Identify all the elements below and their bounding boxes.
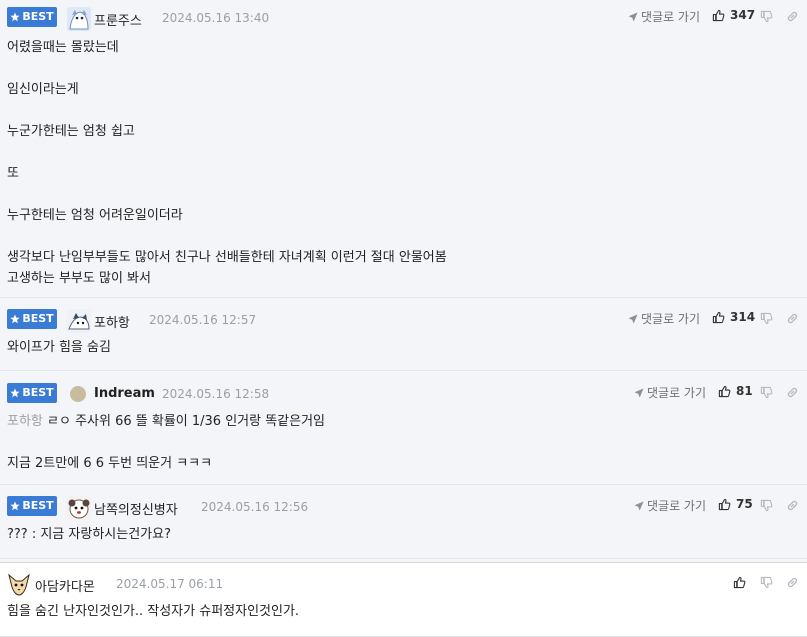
like-count: 81 — [736, 384, 753, 398]
comment-text-content: ㄹㅇ 주사위 66 뜰 확률이 1/36 인거랑 똑같은거임 지금 2트만에 6… — [7, 414, 326, 471]
comment-header: BEST Indream 2024.05.16 12:58 댓글로 가기 81 — [0, 383, 807, 405]
comment-header: BEST 남쪽의정신병자 2024.05.16 12:56 댓글로 가기 75 — [0, 496, 807, 520]
comment-date: 2024.05.16 13:40 — [162, 11, 270, 25]
arrow-icon — [634, 501, 644, 511]
dislike-button[interactable] — [760, 384, 773, 403]
comment-item: 아담카다몬 2024.05.17 06:11 힘을 숨긴 난자인것인가.. 작성… — [0, 562, 807, 637]
thumbs-down-icon — [760, 312, 773, 325]
arrow-icon — [634, 388, 644, 398]
reply-link-label: 댓글로 가기 — [641, 10, 701, 24]
comment-author[interactable]: 남쪽의정신병자 — [94, 499, 178, 518]
comment-header: 아담카다몬 2024.05.17 06:11 — [0, 573, 807, 597]
comment-text: 어렸을때는 몰랐는데 임신이라는게 누군가한테는 엄청 쉽고 또 누구한테는 엄… — [7, 40, 447, 286]
thumbs-down-icon — [760, 10, 773, 23]
thumbs-up-icon — [712, 9, 725, 22]
thumbs-up-icon — [712, 311, 725, 324]
reply-link[interactable]: 댓글로 가기 — [634, 384, 706, 401]
avatar[interactable] — [67, 496, 91, 520]
comment-item: BEST 프룬주스 2024.05.16 13:40 댓글로 가기 347 어렸… — [0, 0, 807, 298]
reply-link[interactable]: 댓글로 가기 — [628, 310, 700, 327]
thumbs-up-icon — [718, 498, 731, 511]
thumbs-up-icon — [733, 576, 746, 589]
comment-author[interactable]: Indream — [94, 386, 155, 401]
avatar[interactable] — [70, 386, 86, 402]
comment-author[interactable]: 아담카다몬 — [35, 576, 95, 595]
link-button[interactable] — [786, 8, 799, 27]
link-button[interactable] — [786, 310, 799, 329]
comment-date: 2024.05.16 12:56 — [201, 500, 309, 514]
like-button[interactable]: 314 — [712, 310, 755, 324]
comment-date: 2024.05.16 12:58 — [162, 387, 270, 401]
best-badge: BEST — [7, 496, 57, 516]
thumbs-down-icon — [760, 576, 773, 589]
comment-text: 힘을 숨긴 난자인것인가.. 작성자가 슈퍼정자인것인가. — [7, 604, 300, 619]
link-button[interactable] — [786, 384, 799, 403]
dislike-button[interactable] — [760, 497, 773, 516]
best-badge-label: BEST — [22, 499, 54, 512]
like-count: 314 — [730, 310, 756, 324]
best-badge: BEST — [7, 7, 57, 27]
like-count: 347 — [730, 8, 756, 22]
link-icon — [786, 576, 799, 589]
like-button[interactable]: 75 — [718, 497, 753, 511]
reply-link[interactable]: 댓글로 가기 — [634, 497, 706, 514]
star-icon — [10, 388, 20, 398]
reply-link-label: 댓글로 가기 — [647, 386, 707, 400]
thumbs-down-icon — [760, 386, 773, 399]
reply-link-label: 댓글로 가기 — [641, 312, 701, 326]
star-icon — [10, 314, 20, 324]
link-button[interactable] — [786, 497, 799, 516]
best-badge-label: BEST — [22, 386, 54, 399]
avatar[interactable] — [67, 7, 91, 31]
comment-header: BEST 프룬주스 2024.05.16 13:40 댓글로 가기 347 — [0, 7, 807, 31]
thumbs-up-icon — [718, 385, 731, 398]
comment-item: BEST Indream 2024.05.16 12:58 댓글로 가기 81 … — [0, 371, 807, 485]
comment-date: 2024.05.16 12:57 — [149, 313, 257, 327]
comment-item: BEST 남쪽의정신병자 2024.05.16 12:56 댓글로 가기 75 … — [0, 485, 807, 559]
comment-date: 2024.05.17 06:11 — [116, 577, 224, 591]
link-icon — [786, 386, 799, 399]
link-button[interactable] — [786, 574, 799, 593]
comment-author[interactable]: 포하항 — [94, 312, 130, 331]
thumbs-down-icon — [760, 499, 773, 512]
arrow-icon — [628, 12, 638, 22]
like-button[interactable]: 81 — [718, 384, 753, 398]
best-badge-label: BEST — [22, 10, 54, 23]
dislike-button[interactable] — [760, 574, 773, 593]
arrow-icon — [628, 314, 638, 324]
like-button[interactable] — [733, 574, 746, 593]
like-count: 75 — [736, 497, 753, 511]
star-icon — [10, 501, 20, 511]
best-badge-label: BEST — [22, 312, 54, 325]
comment-text: 와이프가 힘을 숨김 — [7, 340, 111, 355]
reply-link-label: 댓글로 가기 — [647, 499, 707, 513]
avatar[interactable] — [7, 573, 31, 597]
avatar[interactable] — [67, 309, 91, 333]
like-button[interactable]: 347 — [712, 8, 755, 22]
comment-header: BEST 포하항 2024.05.16 12:57 댓글로 가기 314 — [0, 309, 807, 333]
comment-text: 포하항 ㄹㅇ 주사위 66 뜰 확률이 1/36 인거랑 똑같은거임 지금 2트… — [7, 411, 807, 474]
dislike-button[interactable] — [760, 8, 773, 27]
best-badge: BEST — [7, 309, 57, 329]
reply-link[interactable]: 댓글로 가기 — [628, 8, 700, 25]
star-icon — [10, 12, 20, 22]
best-badge: BEST — [7, 383, 57, 403]
link-icon — [786, 312, 799, 325]
comment-text: ??? : 지금 자랑하시는건가요? — [7, 527, 171, 542]
dislike-button[interactable] — [760, 310, 773, 329]
link-icon — [786, 499, 799, 512]
comment-author[interactable]: 프룬주스 — [94, 10, 142, 29]
comment-item: BEST 포하항 2024.05.16 12:57 댓글로 가기 314 와이프… — [0, 298, 807, 371]
link-icon — [786, 10, 799, 23]
mention-tag[interactable]: 포하항 — [7, 414, 43, 429]
